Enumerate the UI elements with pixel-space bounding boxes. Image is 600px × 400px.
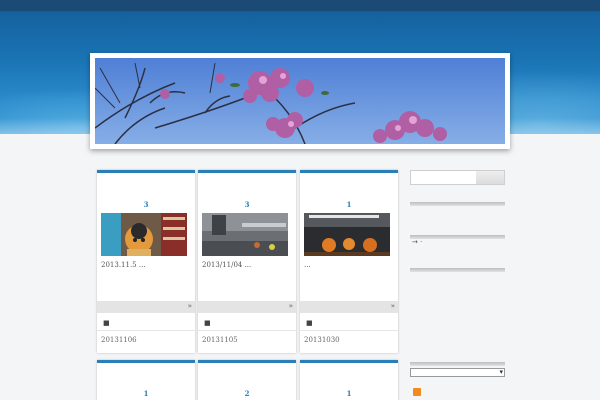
expand-icon[interactable]: » [289,302,293,310]
widget-divider [410,202,505,206]
divider [300,330,398,331]
comment-count[interactable]: 1 [300,389,398,398]
post-card[interactable]: 1 ... » ■ 20131030 [300,170,398,353]
post-card[interactable]: 2 [198,360,296,400]
comment-count[interactable]: 1 [300,200,398,209]
widget-divider [410,362,505,366]
expand-icon[interactable]: » [188,302,192,310]
post-card[interactable]: 3 2013.11.5 ... » ■ 20131106 [97,170,195,353]
widget-divider [410,235,505,239]
post-thumbnail[interactable] [304,213,390,256]
comment-count[interactable]: 3 [97,200,195,209]
widget-divider [410,268,505,272]
post-date[interactable]: 20131106 [101,336,137,344]
post-card[interactable]: 1 [97,360,195,400]
folder-icon[interactable]: ■ [204,319,211,327]
expand-icon[interactable]: » [391,302,395,310]
comment-count[interactable]: 3 [198,200,296,209]
widget-link[interactable]: → · [412,238,422,246]
top-bar [0,0,600,11]
post-date[interactable]: 20131030 [304,336,340,344]
header-photo [95,58,505,144]
post-excerpt: 2013.11.5 ... [101,261,146,269]
post-thumbnail[interactable] [202,213,288,256]
comment-count[interactable]: 2 [198,389,296,398]
search-input[interactable] [412,172,476,183]
divider [97,330,195,331]
folder-icon[interactable]: ■ [103,319,110,327]
search-button[interactable] [476,171,504,184]
post-date[interactable]: 20131105 [202,336,238,344]
post-card[interactable]: 3 2013/11/04 ... » ■ 20131105 [198,170,296,353]
post-excerpt: 2013/11/04 ... [202,261,252,269]
folder-icon[interactable]: ■ [306,319,313,327]
rss-icon[interactable] [413,388,421,396]
archive-select[interactable]: ▾ [410,368,505,377]
divider [198,330,296,331]
post-excerpt: ... [304,261,311,269]
card-footer-bar: » [300,301,398,313]
post-thumbnail[interactable] [101,213,187,256]
header-banner[interactable] [90,53,510,149]
chevron-down-icon: ▾ [499,368,503,376]
card-footer-bar: » [198,301,296,313]
comment-count[interactable]: 1 [97,389,195,398]
card-footer-bar: » [97,301,195,313]
search-box [410,170,505,185]
post-card[interactable]: 1 [300,360,398,400]
